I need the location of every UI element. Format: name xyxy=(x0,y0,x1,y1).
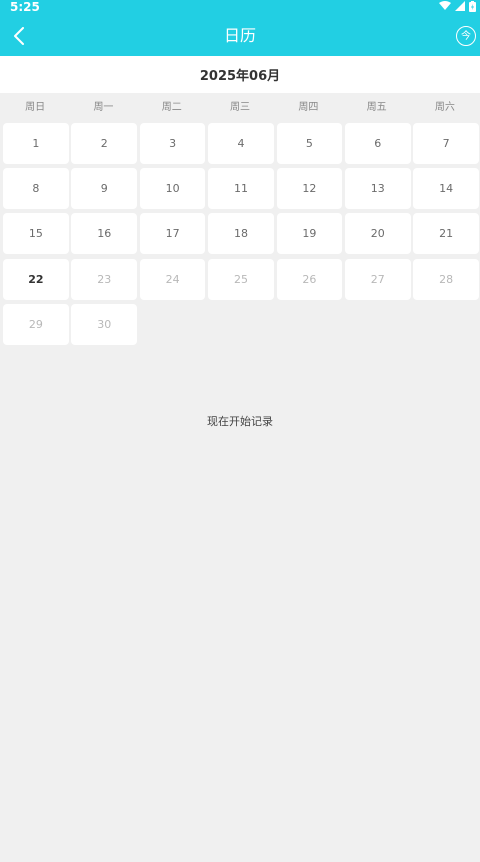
day-cell[interactable]: 4 xyxy=(208,123,274,164)
day-cell-future[interactable]: 23 xyxy=(71,258,138,300)
weekday-tuesday: 周二 xyxy=(161,102,182,113)
day-cell[interactable]: 6 xyxy=(344,123,411,164)
page-title: 日历 xyxy=(223,26,256,45)
day-cell-future[interactable]: 24 xyxy=(139,258,206,300)
cellular-signal-icon xyxy=(455,1,465,11)
day-cell-future[interactable]: 25 xyxy=(208,258,274,300)
day-cell-future[interactable]: 28 xyxy=(413,258,479,300)
day-cell[interactable]: 20 xyxy=(344,213,411,255)
day-cell[interactable]: 8 xyxy=(3,168,69,210)
weekday-thursday: 周四 xyxy=(298,102,319,113)
day-cell-today[interactable]: 22 xyxy=(3,258,69,300)
day-cell[interactable]: 12 xyxy=(276,168,343,210)
weekday-saturday: 周六 xyxy=(434,102,455,113)
day-cell[interactable]: 11 xyxy=(208,168,274,210)
app-header: 5:25 日历 今 xyxy=(0,0,480,56)
day-cell[interactable]: 15 xyxy=(3,213,69,255)
day-cell-future[interactable]: 26 xyxy=(276,258,343,300)
day-cell[interactable]: 10 xyxy=(139,168,206,210)
day-cell[interactable]: 7 xyxy=(413,123,479,164)
day-cell[interactable]: 3 xyxy=(139,123,206,164)
wifi-icon xyxy=(439,1,451,10)
day-cell[interactable]: 1 xyxy=(3,123,69,164)
empty-state-message: 现在开始记录 xyxy=(207,415,273,428)
status-time: 5:25 xyxy=(10,0,40,14)
day-cell[interactable]: 5 xyxy=(276,123,343,164)
weekday-wednesday: 周三 xyxy=(230,102,251,113)
day-cell[interactable]: 16 xyxy=(71,213,138,255)
month-label[interactable]: 2025年06月 xyxy=(200,65,280,84)
month-bar: 2025年06月 xyxy=(0,56,480,93)
day-cell[interactable]: 14 xyxy=(413,168,479,210)
day-cell[interactable]: 9 xyxy=(71,168,138,210)
calendar-grid: 1 2 3 4 5 6 7 8 9 10 11 12 13 14 15 16 1… xyxy=(3,123,479,345)
weekday-monday: 周一 xyxy=(93,102,114,113)
status-icons xyxy=(439,0,476,12)
day-cell[interactable]: 18 xyxy=(208,213,274,255)
day-cell-future[interactable]: 29 xyxy=(3,303,69,345)
day-cell[interactable]: 19 xyxy=(276,213,343,255)
weekday-sunday: 周日 xyxy=(25,102,46,113)
battery-charging-icon xyxy=(469,0,476,12)
weekday-friday: 周五 xyxy=(366,102,387,113)
day-cell-future[interactable]: 27 xyxy=(344,258,411,300)
day-cell[interactable]: 13 xyxy=(344,168,411,210)
today-button[interactable]: 今 xyxy=(456,26,476,46)
day-cell[interactable]: 21 xyxy=(413,213,479,255)
day-cell-future[interactable]: 30 xyxy=(71,303,138,345)
day-cell[interactable]: 17 xyxy=(139,213,206,255)
day-cell[interactable]: 2 xyxy=(71,123,138,164)
weekday-header: 周日 周一 周二 周三 周四 周五 周六 xyxy=(2,96,480,120)
